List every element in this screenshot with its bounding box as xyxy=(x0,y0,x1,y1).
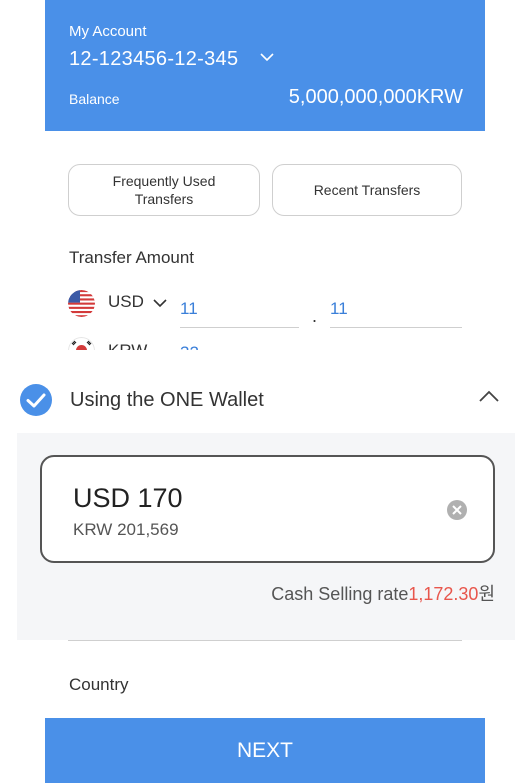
recent-transfers-button[interactable]: Recent Transfers xyxy=(272,164,462,216)
check-circle-icon[interactable] xyxy=(19,383,53,417)
rate-unit: 원 xyxy=(478,584,495,604)
account-header: My Account 12-123456-12-345 Balance 5,00… xyxy=(45,0,485,131)
country-label: Country xyxy=(69,675,129,694)
wallet-secondary-amount: KRW 201,569 xyxy=(73,520,179,539)
chevron-down-icon[interactable] xyxy=(259,51,275,63)
chevron-down-icon[interactable] xyxy=(152,298,168,309)
usd-currency-selector[interactable]: USD xyxy=(108,292,144,312)
next-button[interactable]: NEXT xyxy=(45,718,485,783)
rate-label: Cash Selling rate xyxy=(271,584,409,604)
frequently-used-label-line1: Frequently Used xyxy=(112,173,216,189)
account-number-selector[interactable]: 12-123456-12-345 xyxy=(69,48,238,71)
clear-icon[interactable] xyxy=(446,499,468,521)
chevron-up-icon[interactable] xyxy=(478,389,500,403)
transfer-amount-label: Transfer Amount xyxy=(69,248,195,267)
balance-value: 5,000,000,000KRW xyxy=(288,86,463,108)
wallet-panel-title[interactable]: Using the ONE Wallet xyxy=(70,389,264,412)
exchange-rate-row: Cash Selling rate1,172.30원 xyxy=(271,580,495,606)
frequently-used-label-line2: Transfers xyxy=(134,191,194,207)
us-flag-icon xyxy=(68,290,95,317)
frequently-used-transfers-button[interactable]: Frequently Used Transfers xyxy=(68,164,260,216)
wallet-amount-card[interactable]: USD 170 KRW 201,569 xyxy=(40,455,495,563)
usd-amount-decimal-input[interactable] xyxy=(330,290,462,328)
account-label: My Account xyxy=(69,23,147,40)
decimal-separator: . xyxy=(312,306,318,326)
balance-label: Balance xyxy=(69,91,120,107)
divider xyxy=(68,640,462,641)
wallet-primary-amount: USD 170 xyxy=(73,483,183,513)
usd-amount-integer-input[interactable] xyxy=(180,290,299,328)
rate-value: 1,172.30 xyxy=(408,584,479,604)
